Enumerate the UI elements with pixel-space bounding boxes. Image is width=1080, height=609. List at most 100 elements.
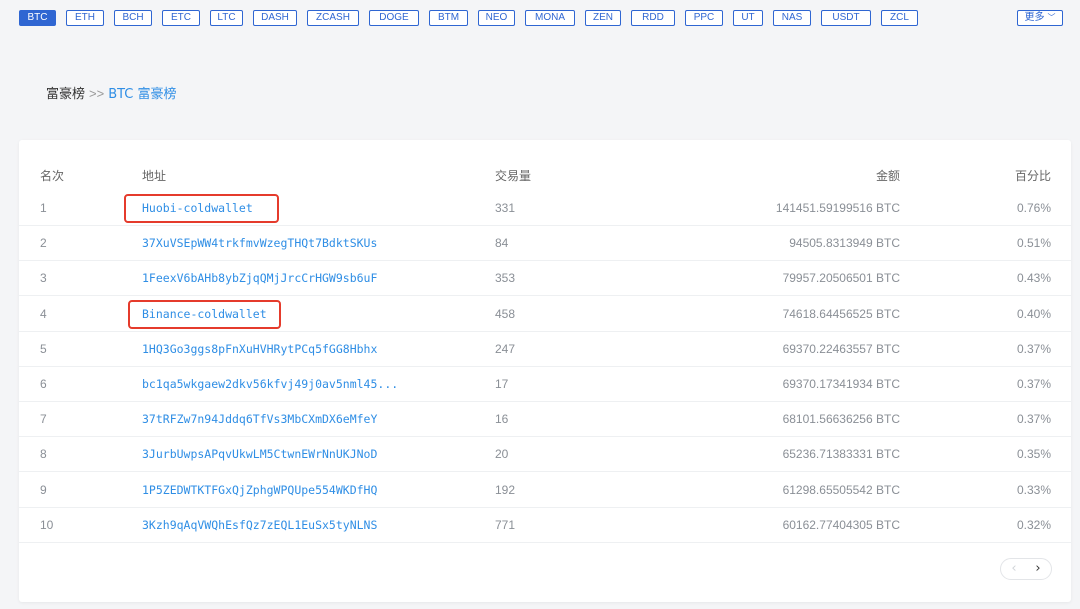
rank-cell: 5	[40, 341, 47, 356]
coin-tab-btc[interactable]: BTC	[19, 10, 56, 26]
percent-cell: 0.76%	[1016, 201, 1051, 215]
table-row: 2 37XuVSEpWW4trkfmvWzegTHQt7BdktSKUs 84 945…	[19, 226, 1071, 262]
address-cell: 3Kzh9qAqVWQhEsfQz7zEQL1EuSx5tyNLNS	[142, 508, 377, 543]
rank-cell: 6	[40, 377, 47, 391]
address-link[interactable]: 3JurbUwpsAPqvUkwLM5CtwnEWrNnUKJNoD	[142, 447, 377, 461]
header-rank: 名次	[40, 169, 65, 183]
tx-count-cell: 458	[495, 306, 516, 321]
coin-tab-doge[interactable]: DOGE	[369, 10, 419, 26]
address-link[interactable]: Huobi-coldwallet	[142, 201, 253, 215]
pagination: ‹ ›	[1000, 558, 1052, 580]
address-link[interactable]: 1FeexV6bAHb8ybZjqQMjJrcCrHGW9sb6uF	[142, 271, 377, 285]
coin-tab-ut[interactable]: UT	[733, 10, 763, 26]
tx-count-cell: 16	[495, 412, 509, 427]
address-cell: 37XuVSEpWW4trkfmvWzegTHQt7BdktSKUs	[142, 226, 377, 261]
address-link[interactable]: 3Kzh9qAqVWQhEsfQz7zEQL1EuSx5tyNLNS	[142, 518, 377, 532]
percent-cell: 0.43%	[1016, 271, 1051, 286]
percent-cell: 0.35%	[1016, 447, 1051, 462]
amount-cell: 69370.22463557 BTC	[782, 341, 900, 356]
header-percent: 百分比	[1014, 169, 1051, 183]
tx-count-cell: 331	[495, 201, 516, 215]
breadcrumb-separator: >>	[89, 86, 105, 101]
amount-cell: 60162.77404305 BTC	[782, 517, 900, 532]
address-cell: bc1qa5wkgaew2dkv56kfvj49j0av5nml45...	[142, 367, 398, 402]
coin-tab-mona[interactable]: MONA	[525, 10, 575, 26]
rank-cell: 4	[40, 306, 47, 321]
rank-cell: 2	[40, 236, 47, 251]
coin-tab-dash[interactable]: DASH	[253, 10, 297, 26]
coin-tab-ltc[interactable]: LTC	[210, 10, 243, 26]
tx-count-cell: 771	[495, 517, 516, 532]
table-row: 8 3JurbUwpsAPqvUkwLM5CtwnEWrNnUKJNoD 20 652…	[19, 437, 1071, 473]
coin-tab-zcl[interactable]: ZCL	[881, 10, 918, 26]
address-link[interactable]: 37XuVSEpWW4trkfmvWzegTHQt7BdktSKUs	[142, 236, 377, 250]
address-link[interactable]: bc1qa5wkgaew2dkv56kfvj49j0av5nml45...	[142, 377, 398, 391]
percent-cell: 0.37%	[1016, 412, 1051, 427]
address-cell: Binance-coldwallet	[142, 297, 267, 332]
tx-count-cell: 17	[495, 377, 509, 391]
breadcrumb-current: BTC 富豪榜	[108, 87, 177, 102]
coin-tab-nas[interactable]: NAS	[773, 10, 811, 26]
coin-tab-bch[interactable]: BCH	[114, 10, 152, 26]
percent-cell: 0.37%	[1016, 341, 1051, 356]
amount-cell: 79957.20506501 BTC	[782, 271, 900, 286]
amount-cell: 94505.8313949 BTC	[789, 236, 900, 251]
table-row: 4 Binance-coldwallet 458 74618.64456525 BTC…	[19, 297, 1071, 332]
address-cell: 1P5ZEDWTKTFGxQjZphgWPQUpe554WKDfHQ	[142, 473, 377, 508]
rich-list-card: 名次 地址 交易量 金额 百分比 1 Huobi-coldwallet 331 141…	[19, 140, 1071, 602]
more-label: 更多	[1024, 12, 1045, 23]
amount-cell: 74618.64456525 BTC	[782, 306, 900, 321]
rank-cell: 10	[40, 517, 54, 532]
next-page-button[interactable]: ›	[1025, 559, 1051, 579]
address-cell: Huobi-coldwallet	[142, 191, 253, 226]
prev-page-button[interactable]: ‹	[1001, 559, 1027, 579]
rank-cell: 9	[40, 482, 47, 497]
table-row: 5 1HQ3Go3ggs8pFnXuHVHRytPCq5fGG8Hbhx 247 69…	[19, 332, 1071, 367]
coin-selector-bar: BTC ETH BCH ETC LTC DASH ZCASH DOGE BTM NEO MONA ZE…	[19, 10, 1063, 26]
rank-cell: 8	[40, 447, 47, 462]
percent-cell: 0.37%	[1016, 377, 1051, 391]
amount-cell: 65236.71383331 BTC	[782, 447, 900, 462]
coin-tab-zcash[interactable]: ZCASH	[307, 10, 359, 26]
address-cell: 1FeexV6bAHb8ybZjqQMjJrcCrHGW9sb6uF	[142, 261, 377, 296]
table-row: 3 1FeexV6bAHb8ybZjqQMjJrcCrHGW9sb6uF 353 79…	[19, 261, 1071, 297]
address-link[interactable]: 37tRFZw7n94Jddq6TfVs3MbCXmDX6eMfeY	[142, 412, 377, 426]
tx-count-cell: 84	[495, 236, 509, 251]
coin-tab-usdt[interactable]: USDT	[821, 10, 871, 26]
percent-cell: 0.32%	[1016, 517, 1051, 532]
amount-cell: 69370.17341934 BTC	[782, 377, 900, 391]
coin-tab-btm[interactable]: BTM	[429, 10, 468, 26]
address-link[interactable]: 1HQ3Go3ggs8pFnXuHVHRytPCq5fGG8Hbhx	[142, 342, 377, 356]
table-row: 7 37tRFZw7n94Jddq6TfVs3MbCXmDX6eMfeY 16 681…	[19, 402, 1071, 438]
breadcrumb-root[interactable]: 富豪榜	[46, 87, 85, 102]
table-row: 10 3Kzh9qAqVWQhEsfQz7zEQL1EuSx5tyNLNS 771 6…	[19, 508, 1071, 543]
coin-tab-neo[interactable]: NEO	[478, 10, 515, 26]
address-cell: 1HQ3Go3ggs8pFnXuHVHRytPCq5fGG8Hbhx	[142, 332, 377, 367]
chevron-down-icon: ﹀	[1047, 13, 1056, 22]
table-header: 名次 地址 交易量 金额 百分比	[19, 163, 1071, 187]
header-tx-count: 交易量	[495, 169, 532, 183]
table-row: 1 Huobi-coldwallet 331 141451.59199516 BTC 0…	[19, 191, 1071, 226]
address-link[interactable]: Binance-coldwallet	[142, 307, 267, 321]
coin-tab-ppc[interactable]: PPC	[685, 10, 723, 26]
address-link[interactable]: 1P5ZEDWTKTFGxQjZphgWPQUpe554WKDfHQ	[142, 483, 377, 497]
more-coins-button[interactable]: 更多 ﹀	[1017, 10, 1063, 26]
rank-cell: 1	[40, 201, 47, 215]
coin-tab-zen[interactable]: ZEN	[585, 10, 621, 26]
amount-cell: 68101.56636256 BTC	[782, 412, 900, 427]
percent-cell: 0.40%	[1016, 306, 1051, 321]
amount-cell: 141451.59199516 BTC	[775, 201, 900, 215]
coin-tab-etc[interactable]: ETC	[162, 10, 200, 26]
address-cell: 3JurbUwpsAPqvUkwLM5CtwnEWrNnUKJNoD	[142, 437, 377, 472]
header-address: 地址	[142, 169, 167, 183]
tx-count-cell: 20	[495, 447, 509, 462]
address-cell: 37tRFZw7n94Jddq6TfVs3MbCXmDX6eMfeY	[142, 402, 377, 437]
tx-count-cell: 192	[495, 482, 516, 497]
breadcrumb: 富豪榜 >> BTC 富豪榜	[46, 85, 177, 103]
coin-tab-rdd[interactable]: RDD	[631, 10, 675, 26]
rank-cell: 3	[40, 271, 47, 286]
amount-cell: 61298.65505542 BTC	[782, 482, 900, 497]
tx-count-cell: 247	[495, 341, 516, 356]
coin-tab-eth[interactable]: ETH	[66, 10, 104, 26]
header-amount: 金额	[875, 169, 900, 183]
